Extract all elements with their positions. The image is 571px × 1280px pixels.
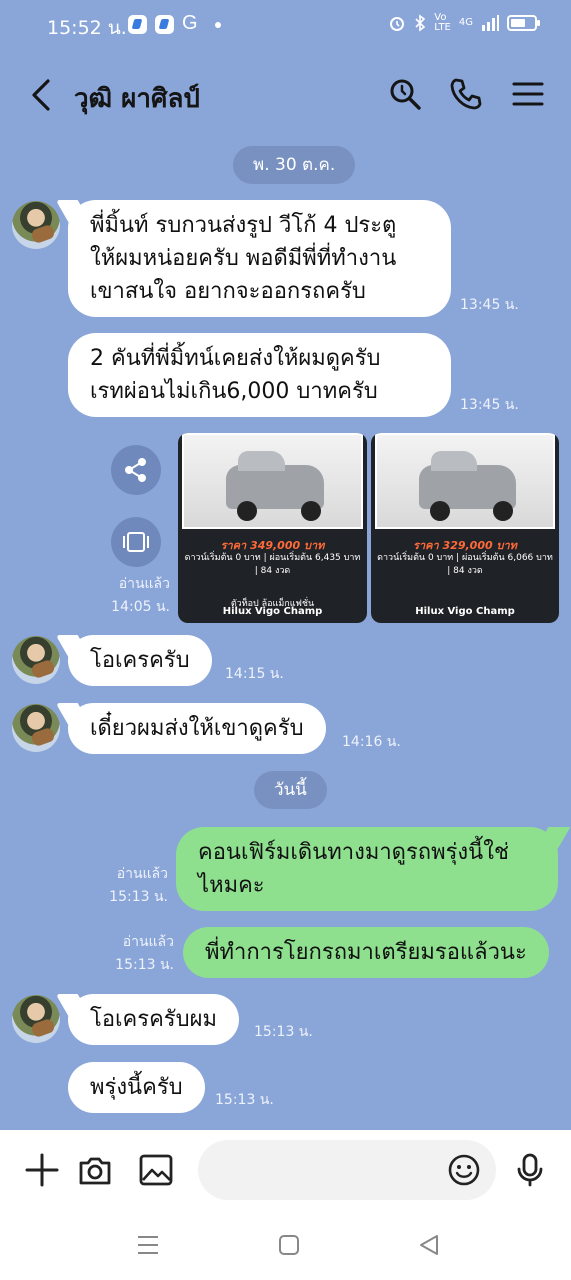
contact-avatar[interactable] <box>12 704 60 752</box>
recent-apps-icon[interactable] <box>135 1232 161 1258</box>
message-time: 15:13 น. <box>109 889 168 905</box>
incoming-message[interactable]: โอเครครับ <box>68 635 212 686</box>
contact-avatar[interactable] <box>12 636 60 684</box>
volte-icon: Vo LTE <box>434 12 451 33</box>
alarm-icon <box>390 17 405 31</box>
chat-header: วุฒิ ผาศิลป์ <box>0 50 571 140</box>
incoming-message[interactable]: พรุ่งนี้ครับ <box>68 1062 205 1113</box>
message-line: คอนเฟิร์มเดินทางมาดูรถพรุ่งนี้ใช่ <box>198 840 509 865</box>
message-text: พรุ่งนี้ครับ <box>90 1075 183 1100</box>
wheel <box>493 501 514 521</box>
chat-area[interactable]: พ. 30 ต.ค. พี่มิ้นท์ รบกวนส่งรูป วีโก้ 4… <box>0 140 571 1130</box>
car-financing: ดาวน์เริ่มต้น 0 บาท | ผ่อนเริ่มต้น 6,435… <box>184 553 361 576</box>
message-text: โอเครครับ <box>90 648 190 673</box>
status-bar: 15:52 น. G Vo LTE 4G <box>0 0 571 50</box>
plus-icon[interactable] <box>24 1152 60 1188</box>
network-type-icon: 4G <box>458 17 473 28</box>
wheel <box>237 501 258 521</box>
share-button[interactable] <box>111 445 161 495</box>
message-line: 2 คันที่พี่มิ้ทน์เคยส่งให้ผมดูครับ <box>90 346 381 371</box>
contact-name[interactable]: วุฒิ ผาศิลป์ <box>74 78 200 119</box>
message-input-bar <box>0 1130 571 1210</box>
car-model: Hilux Vigo Champ <box>222 606 323 617</box>
car-image <box>375 433 555 529</box>
menu-icon[interactable] <box>510 76 546 112</box>
message-text: พี่ทำการโยกรถมาเตรียมรอแล้วนะ <box>205 940 527 965</box>
car-financing: ดาวน์เริ่มต้น 0 บาท | ผ่อนเริ่มต้น 6,066… <box>377 553 553 576</box>
search-icon[interactable] <box>387 76 423 112</box>
phone-icon[interactable] <box>448 76 484 112</box>
car-photo[interactable]: ราคา 329,000 บาท ดาวน์เริ่มต้น 0 บาท | ผ… <box>371 433 559 623</box>
status-time: 15:52 น. <box>47 17 127 39</box>
contact-avatar[interactable] <box>12 201 60 249</box>
album-button[interactable] <box>111 517 161 567</box>
message-text: โอเครครับผม <box>90 1007 217 1032</box>
back-icon[interactable] <box>28 78 58 112</box>
incoming-message[interactable]: เดี๋ยวผมส่งให้เขาดูครับ <box>68 703 326 754</box>
read-receipt: อ่านแล้ว <box>122 934 174 950</box>
incoming-message[interactable]: 2 คันที่พี่มิ้ทน์เคยส่งให้ผมดูครับ เรทผ่… <box>68 333 451 417</box>
more-notifications-dot <box>215 22 221 28</box>
message-line: เขาสนใจ อยากจะออกรถครับ <box>90 279 366 304</box>
message-line: พี่มิ้นท์ รบกวนส่งรูป วีโก้ 4 ประตู <box>90 213 397 238</box>
app-notification-icon <box>128 15 147 34</box>
read-receipt: อ่านแล้ว <box>116 866 168 882</box>
read-receipt: อ่านแล้ว <box>118 576 170 592</box>
battery-icon <box>507 15 540 31</box>
wheel <box>300 501 321 521</box>
google-icon: G <box>182 12 198 34</box>
image-icon[interactable] <box>138 1152 174 1188</box>
incoming-message[interactable]: โอเครครับผม <box>68 994 239 1045</box>
back-nav-icon[interactable] <box>416 1232 442 1258</box>
message-line: ไหมคะ <box>198 873 265 898</box>
contact-avatar[interactable] <box>12 995 60 1043</box>
message-time: 15:13 น. <box>215 1092 274 1108</box>
car-photo[interactable]: ราคา 349,000 บาท ดาวน์เริ่มต้น 0 บาท | ผ… <box>178 433 367 623</box>
message-time: 15:13 น. <box>115 957 174 973</box>
date-separator: พ. 30 ต.ค. <box>233 146 356 184</box>
message-time: 14:16 น. <box>342 734 401 750</box>
message-time: 14:15 น. <box>225 666 284 682</box>
message-line: ให้ผมหน่อยครับ พอดีมีพี่ที่ทำงาน <box>90 246 397 271</box>
message-time: 13:45 น. <box>460 297 519 313</box>
outgoing-message[interactable]: คอนเฟิร์มเดินทางมาดูรถพรุ่งนี้ใช่ ไหมคะ <box>176 827 558 911</box>
car-model: Hilux Vigo Champ <box>415 606 515 617</box>
status-icons: Vo LTE 4G <box>388 12 540 33</box>
system-nav-bar <box>0 1210 571 1280</box>
emoji-icon[interactable] <box>447 1153 481 1187</box>
bluetooth-icon <box>415 14 426 32</box>
message-time: 13:45 น. <box>460 397 519 413</box>
incoming-message[interactable]: พี่มิ้นท์ รบกวนส่งรูป วีโก้ 4 ประตู ให้ผ… <box>68 200 451 317</box>
message-time: 15:13 น. <box>254 1024 313 1040</box>
camera-icon[interactable] <box>77 1152 113 1188</box>
message-time: 14:05 น. <box>111 599 170 615</box>
message-text: เดี๋ยวผมส่งให้เขาดูครับ <box>90 716 304 741</box>
app-notification-icon <box>155 15 174 34</box>
car-image <box>182 433 363 529</box>
album-icon <box>123 532 149 552</box>
share-icon <box>125 458 146 482</box>
home-icon[interactable] <box>276 1232 302 1258</box>
wheel <box>429 501 450 521</box>
microphone-icon[interactable] <box>512 1152 548 1188</box>
signal-icon <box>482 15 499 31</box>
message-line: เรทผ่อนไม่เกิน6,000 บาทครับ <box>90 379 378 404</box>
date-separator: วันนี้ <box>254 771 327 809</box>
outgoing-message[interactable]: พี่ทำการโยกรถมาเตรียมรอแล้วนะ <box>183 927 549 978</box>
